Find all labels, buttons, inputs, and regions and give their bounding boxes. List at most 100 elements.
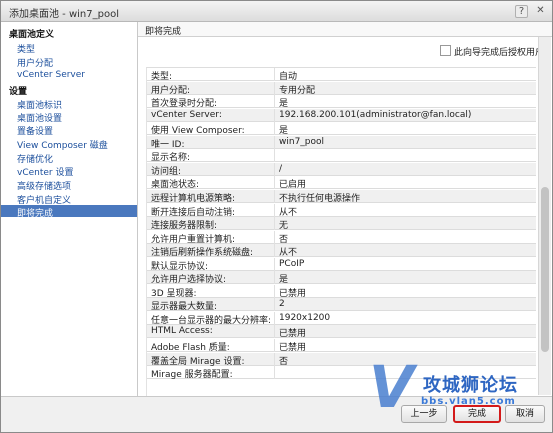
wizard-steps-sidebar: 桌面池定义 类型 用户分配 vCenter Server 设置 桌面池标识 桌面… bbox=[1, 22, 138, 396]
summary-value: 2 bbox=[279, 299, 285, 310]
summary-key: 桌面池状态: bbox=[151, 180, 200, 191]
summary-key: Adobe Flash 质量: bbox=[151, 343, 230, 353]
summary-value: 已禁用 bbox=[279, 343, 307, 353]
summary-row: 连接服务器限制: 无 bbox=[147, 217, 536, 232]
column-divider bbox=[274, 325, 275, 339]
summary-row: 注销后刷新操作系统磁盘: 从不 bbox=[147, 244, 536, 258]
summary-key: 默认显示协议: bbox=[151, 261, 209, 272]
sidebar-item-provisioning-settings[interactable]: 置备设置 bbox=[17, 124, 53, 137]
summary-row: 允许用户选择协议: 是 bbox=[147, 271, 536, 286]
column-divider bbox=[274, 108, 275, 122]
summary-row: 类型: 自动 bbox=[147, 68, 536, 82]
summary-row: 用户分配: 专用分配 bbox=[147, 81, 536, 96]
entitle-users-checkbox[interactable] bbox=[440, 45, 451, 56]
column-divider bbox=[274, 162, 275, 176]
summary-row: Mirage 服务器配置: bbox=[147, 366, 536, 381]
column-divider bbox=[274, 298, 275, 312]
sidebar-item-type[interactable]: 类型 bbox=[17, 42, 35, 55]
summary-row: 任意一台显示器的最大分辨率: 1920x1200 bbox=[147, 311, 536, 326]
summary-value: 已禁用 bbox=[279, 288, 307, 299]
back-button[interactable]: 上一步 bbox=[401, 405, 447, 423]
sidebar-item-advanced-storage[interactable]: 高级存储选项 bbox=[17, 179, 71, 192]
summary-value: 从不 bbox=[279, 207, 298, 218]
entitle-users-label: 此向导完成后授权用户 bbox=[454, 48, 545, 58]
summary-value: 已禁用 bbox=[279, 329, 307, 340]
summary-key: 使用 View Composer: bbox=[151, 126, 245, 137]
summary-key: 允许用户重置计算机: bbox=[151, 234, 236, 245]
vertical-scrollbar[interactable] bbox=[538, 37, 551, 395]
sidebar-item-user-assignment[interactable]: 用户分配 bbox=[17, 56, 53, 69]
column-divider bbox=[274, 149, 275, 163]
summary-key: 覆盖全局 Mirage 设置: bbox=[151, 356, 245, 367]
column-divider bbox=[274, 95, 275, 109]
summary-row: 访问组: / bbox=[147, 162, 536, 177]
add-desktop-pool-dialog: 添加桌面池 - win7_pool ? ✕ 桌面池定义 类型 用户分配 vCen… bbox=[0, 0, 553, 433]
column-divider bbox=[274, 230, 275, 244]
summary-row: 默认显示协议: PCoIP bbox=[147, 257, 536, 272]
summary-row: 桌面池状态: 已启用 bbox=[147, 176, 536, 191]
window-title: 添加桌面池 - win7_pool bbox=[9, 9, 119, 20]
column-divider bbox=[274, 257, 275, 271]
summary-value: 无 bbox=[279, 221, 289, 232]
summary-table: 类型: 自动 用户分配: 专用分配 首次登录时分配: 是 vCenter Server: 19… bbox=[146, 67, 536, 398]
summary-row: 唯一 ID: win7_pool bbox=[147, 135, 536, 150]
column-divider bbox=[274, 284, 275, 298]
sidebar-item-view-composer-disks[interactable]: View Composer 磁盘 bbox=[17, 138, 108, 151]
summary-value: 已启用 bbox=[279, 180, 307, 191]
cancel-button[interactable]: 取消 bbox=[505, 405, 545, 423]
summary-value: 是 bbox=[279, 126, 289, 137]
sidebar-item-pool-identification[interactable]: 桌面池标识 bbox=[17, 98, 62, 111]
section-header: 即将完成 bbox=[138, 22, 552, 37]
summary-value: / bbox=[279, 163, 283, 174]
main-panel: 即将完成 此向导完成后授权用户 类型: 自动 用户分配: 专用分配 首次登录时分配: 是 v… bbox=[138, 22, 552, 398]
summary-value: 自动 bbox=[279, 72, 298, 82]
sidebar-item-vcenter-settings[interactable]: vCenter 设置 bbox=[17, 165, 73, 178]
summary-row: 3D 呈现器: 已禁用 bbox=[147, 284, 536, 299]
summary-value: 专用分配 bbox=[279, 85, 316, 96]
summary-key: 远程计算机电源策略: bbox=[151, 193, 236, 204]
summary-value: win7_pool bbox=[279, 136, 325, 147]
summary-row: Adobe Flash 质量: 已禁用 bbox=[147, 339, 536, 353]
summary-value: 否 bbox=[279, 234, 289, 245]
sidebar-group-pool-definition: 桌面池定义 bbox=[9, 30, 55, 40]
column-divider bbox=[274, 311, 275, 325]
column-divider bbox=[274, 366, 275, 380]
column-divider bbox=[274, 189, 275, 203]
column-divider bbox=[274, 81, 275, 95]
summary-value: 否 bbox=[279, 356, 289, 367]
summary-row: 断开连接后自动注销: 从不 bbox=[147, 203, 536, 218]
summary-row: 使用 View Composer: 是 bbox=[147, 122, 536, 137]
summary-key: vCenter Server: bbox=[151, 109, 222, 120]
column-divider bbox=[274, 217, 275, 231]
summary-value: 是 bbox=[279, 275, 289, 286]
column-divider bbox=[274, 203, 275, 217]
help-icon[interactable]: ? bbox=[515, 5, 528, 18]
column-divider bbox=[274, 244, 275, 258]
column-divider bbox=[274, 68, 275, 81]
summary-key: 显示名称: bbox=[151, 153, 191, 164]
summary-row: 允许用户重置计算机: 否 bbox=[147, 230, 536, 245]
summary-row: 远程计算机电源策略: 不执行任何电源操作 bbox=[147, 189, 536, 204]
sidebar-item-vcenter-server[interactable]: vCenter Server bbox=[17, 70, 85, 80]
summary-value: 192.168.200.101(administrator@fan.local) bbox=[279, 109, 472, 120]
summary-key: 断开连接后自动注销: bbox=[151, 207, 236, 218]
column-divider bbox=[274, 176, 275, 190]
summary-key: 3D 呈现器: bbox=[151, 288, 197, 299]
summary-row: 显示名称: bbox=[147, 149, 536, 164]
summary-key: 任意一台显示器的最大分辨率: bbox=[151, 315, 272, 326]
scrollbar-thumb[interactable] bbox=[541, 187, 549, 352]
sidebar-item-storage-optimization[interactable]: 存储优化 bbox=[17, 152, 53, 165]
summary-row: 显示器最大数量: 2 bbox=[147, 298, 536, 313]
finish-button[interactable]: 完成 bbox=[453, 405, 501, 423]
close-icon[interactable]: ✕ bbox=[534, 4, 547, 17]
summary-row: 首次登录时分配: 是 bbox=[147, 95, 536, 110]
summary-value: 是 bbox=[279, 99, 289, 110]
summary-key: 显示器最大数量: bbox=[151, 302, 218, 313]
column-divider bbox=[274, 271, 275, 285]
title-bar: 添加桌面池 - win7_pool ? ✕ bbox=[1, 1, 552, 22]
summary-row: vCenter Server: 192.168.200.101(administr… bbox=[147, 108, 536, 122]
summary-key: Mirage 服务器配置: bbox=[151, 370, 233, 381]
sidebar-item-ready-to-complete[interactable]: 即将完成 bbox=[17, 206, 53, 219]
summary-value: 1920x1200 bbox=[279, 312, 331, 323]
sidebar-item-pool-settings[interactable]: 桌面池设置 bbox=[17, 111, 62, 124]
